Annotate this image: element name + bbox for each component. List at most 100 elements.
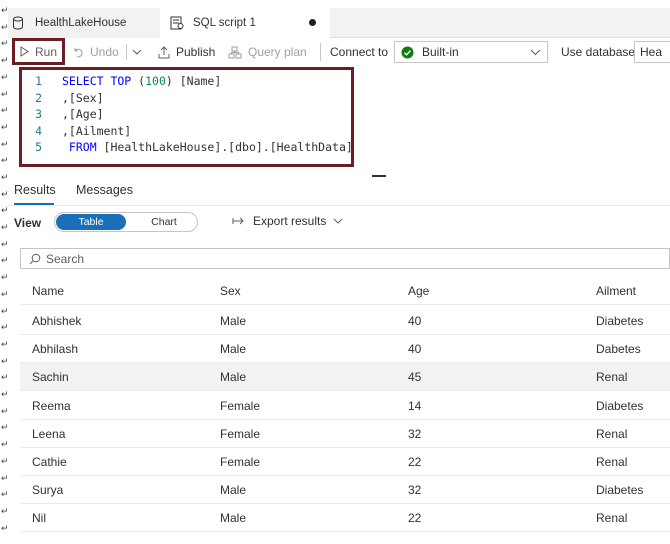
return-mark: ↵ xyxy=(1,72,9,82)
publish-label: Publish xyxy=(176,45,216,59)
margin-marks: ↵ ↵ ↵ ↵ ↵ ↵ ↵ ↵ ↵ ↵ ↵ ↵ ↵ ↵ ↵ ↵ ↵ ↵ ↵ ↵ ↵ ↵ ↵ ↵ ↵ ↵ ↵ ↵ ↵ ↵ ↵ ↵ xyxy=(0,0,10,544)
tab-sql-script-1[interactable]: SQL script 1 xyxy=(160,8,330,38)
table-row[interactable]: Reema Female 14 Diabetes xyxy=(20,392,670,420)
column-header: Name xyxy=(32,284,65,298)
toolbar: Run Undo Publish Query plan Connect to B… xyxy=(8,38,670,66)
table-cell: 14 xyxy=(408,398,422,413)
chevron-down-icon xyxy=(334,218,343,224)
table-row[interactable]: Abhilash Male 40 Dabetes xyxy=(20,335,670,364)
return-mark: ↵ xyxy=(1,322,9,332)
table-row[interactable]: Abhishek Male 40 Diabetes xyxy=(20,307,670,335)
return-mark: ↵ xyxy=(1,89,9,99)
query-plan-icon xyxy=(228,46,242,58)
use-database-value: Hea xyxy=(640,45,663,59)
return-mark: ↵ xyxy=(1,105,9,115)
export-icon xyxy=(232,217,244,225)
table-cell: Nil xyxy=(32,511,46,526)
table-cell: Female xyxy=(220,398,261,413)
return-mark: ↵ xyxy=(1,523,9,533)
tab-results[interactable]: Results xyxy=(14,183,56,197)
return-mark: ↵ xyxy=(1,372,9,382)
sql-editor[interactable]: 1 SELECT TOP (100) [Name] 2 ,[Sex] 3 ,[Age] 4,… xyxy=(19,67,354,167)
line-number: 4 xyxy=(35,123,42,138)
pane-splitter[interactable] xyxy=(372,175,386,177)
run-label: Run xyxy=(35,44,58,59)
chevron-down-icon xyxy=(530,49,541,56)
view-table-option[interactable]: Table xyxy=(56,214,126,230)
view-toggle[interactable]: Table Chart xyxy=(54,212,198,232)
sql-script-icon xyxy=(170,16,184,30)
return-mark: ↵ xyxy=(1,339,9,349)
table-row[interactable]: Surya Male 32 Diabetes xyxy=(20,476,670,505)
table-cell: Diabetes xyxy=(596,314,644,328)
table-cell: Dabetes xyxy=(596,342,641,357)
return-mark: ↵ xyxy=(1,422,9,432)
table-cell: Reema xyxy=(32,398,71,413)
column-header: Sex xyxy=(220,284,241,298)
table-row[interactable]: Cathie Female 22 Renal xyxy=(20,448,670,476)
view-chart-option[interactable]: Chart xyxy=(131,214,197,230)
query-plan-button[interactable]: Query plan xyxy=(228,38,307,66)
use-database-label: Use database xyxy=(561,45,636,59)
table-cell: Male xyxy=(220,314,247,328)
tab-messages[interactable]: Messages xyxy=(76,183,133,197)
code-text: ,[Age] xyxy=(62,107,104,121)
return-mark: ↵ xyxy=(1,306,9,316)
table-cell: Female xyxy=(220,426,261,441)
table-cell: Abhishek xyxy=(32,314,82,328)
line-number: 1 xyxy=(35,74,42,88)
table-cell: 40 xyxy=(408,314,422,328)
connect-to-value: Built-in xyxy=(422,45,459,59)
run-button[interactable]: Run xyxy=(12,38,65,65)
toolbar-divider xyxy=(320,43,321,61)
code-text: SELECT TOP (100) [Name] xyxy=(62,74,222,88)
code-text: ,[Sex] xyxy=(62,90,104,105)
table-cell: Diabetes xyxy=(596,398,644,413)
table-row[interactable]: Sachin Male 45 Renal xyxy=(20,363,670,392)
connect-to-select[interactable]: Built-in xyxy=(394,41,548,63)
undo-button[interactable]: Undo xyxy=(72,38,119,66)
table-cell: Sachin xyxy=(32,370,69,385)
undo-dropdown-chevron-icon[interactable] xyxy=(132,38,142,66)
return-mark: ↵ xyxy=(1,289,9,299)
table-header[interactable]: Name Sex Age Ailment xyxy=(20,277,670,305)
search-placeholder: Search xyxy=(46,251,85,266)
connect-to-label: Connect to xyxy=(330,45,389,59)
table-cell: Renal xyxy=(596,370,628,385)
return-mark: ↵ xyxy=(1,506,9,516)
table-cell: 32 xyxy=(408,483,422,498)
table-cell: Cathie xyxy=(32,455,67,469)
return-mark: ↵ xyxy=(1,356,9,366)
table-cell: Male xyxy=(220,370,247,385)
line-number: 2 xyxy=(35,90,42,105)
toolbar-divider xyxy=(126,44,127,60)
return-mark: ↵ xyxy=(1,406,9,416)
export-results-label: Export results xyxy=(253,214,327,228)
table-cell: Diabetes xyxy=(596,483,644,498)
return-mark: ↵ xyxy=(1,122,9,132)
return-mark: ↵ xyxy=(1,489,9,499)
return-mark: ↵ xyxy=(1,139,9,149)
view-label: View xyxy=(14,216,42,230)
return-mark: ↵ xyxy=(1,155,9,165)
table-row[interactable]: Nil Male 22 Renal xyxy=(20,504,670,533)
column-header: Age xyxy=(408,284,430,298)
table-cell: 22 xyxy=(408,455,422,469)
export-results-button[interactable]: Export results xyxy=(232,214,343,228)
return-mark: ↵ xyxy=(1,239,9,249)
table-cell: 40 xyxy=(408,342,422,357)
play-icon xyxy=(20,46,29,57)
search-input[interactable]: Search xyxy=(20,248,670,269)
return-mark: ↵ xyxy=(1,255,9,265)
use-database-select[interactable]: Hea xyxy=(634,41,670,63)
table-cell: Female xyxy=(220,455,261,469)
publish-button[interactable]: Publish xyxy=(158,38,215,66)
return-mark: ↵ xyxy=(1,189,9,199)
table-cell: Renal xyxy=(596,426,628,441)
tab-bar: HealthLakeHouse SQL script 1 xyxy=(8,8,670,38)
table-cell: Abhilash xyxy=(32,342,79,357)
return-mark: ↵ xyxy=(1,389,9,399)
tab-label: SQL script 1 xyxy=(193,16,256,29)
table-row[interactable]: Leena Female 32 Renal xyxy=(20,420,670,448)
tab-healthlakehouse[interactable]: HealthLakeHouse xyxy=(8,8,160,38)
